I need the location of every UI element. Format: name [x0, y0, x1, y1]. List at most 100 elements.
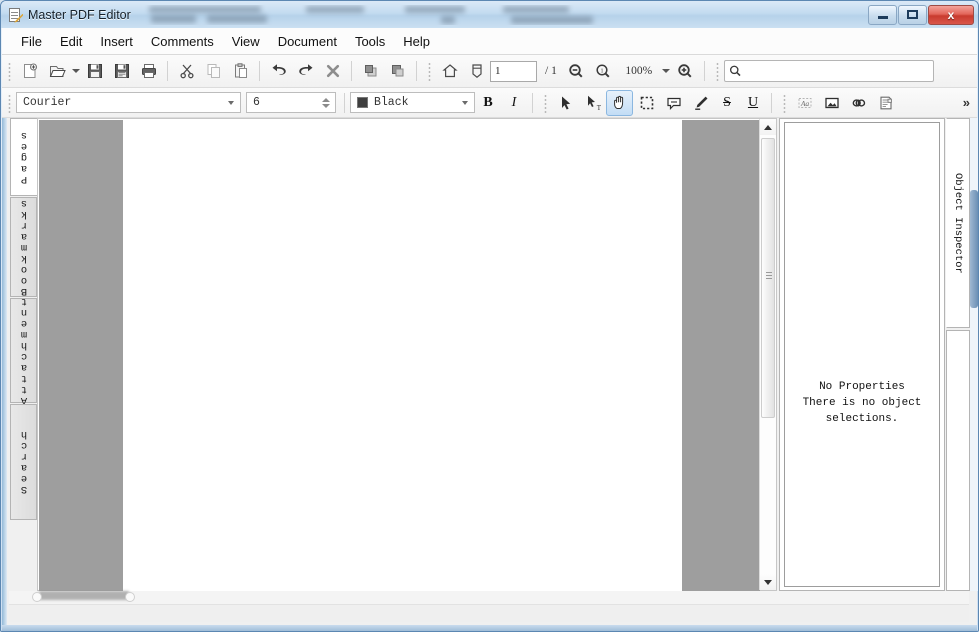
search-input[interactable] [743, 65, 933, 77]
toolbar-grip[interactable] [542, 93, 549, 113]
sidebar-tab-attachment-label: Attachment [18, 296, 30, 406]
insert-link-icon[interactable] [845, 90, 872, 116]
close-button[interactable]: x [928, 5, 974, 25]
underline-button[interactable]: U [740, 90, 766, 115]
menu-comments[interactable]: Comments [142, 30, 223, 53]
edit-text-icon[interactable]: Aa [791, 90, 818, 116]
text-color-select[interactable]: Black [350, 92, 475, 113]
search-icon [728, 63, 743, 79]
font-size-select[interactable]: 6 [246, 92, 336, 113]
pdf-page[interactable] [123, 120, 682, 591]
cut-icon[interactable] [173, 58, 200, 84]
fit-page-icon[interactable] [436, 58, 463, 84]
print-icon[interactable] [135, 58, 162, 84]
scroll-knob-right[interactable] [125, 592, 135, 602]
font-size-stepper[interactable] [322, 98, 330, 108]
color-swatch [357, 97, 368, 108]
sidebar-tab-search-label: Search [18, 429, 30, 495]
toolbar-separator [344, 93, 345, 113]
zoom-dropdown-arrow-icon[interactable] [661, 58, 672, 84]
undo-icon[interactable] [265, 58, 292, 84]
select-text-icon[interactable]: T [579, 90, 606, 116]
menu-document[interactable]: Document [269, 30, 346, 53]
scroll-down-arrow-icon[interactable] [760, 574, 776, 590]
highlight-icon[interactable] [687, 90, 714, 116]
scrollbar-thumb[interactable] [761, 138, 775, 418]
toolbar-grip[interactable] [426, 61, 433, 81]
search-box[interactable] [724, 60, 934, 82]
sidebar-tab-bookmarks-label: Bookmarks [18, 198, 30, 297]
menu-tools[interactable]: Tools [346, 30, 394, 53]
toolbar-separator [771, 93, 772, 113]
font-family-select[interactable]: Courier [16, 92, 241, 113]
svg-text:Aa: Aa [799, 99, 809, 108]
snapshot-select-icon[interactable] [633, 90, 660, 116]
open-document-icon[interactable] [43, 58, 70, 84]
toolbar-grip[interactable] [6, 61, 13, 81]
zoom-level-value[interactable]: 100% [617, 65, 661, 77]
chevron-down-icon [462, 101, 468, 105]
fit-width-icon[interactable] [463, 58, 490, 84]
bold-button[interactable]: B [475, 90, 501, 115]
window-bottom-edge [2, 625, 977, 631]
document-canvas[interactable] [39, 120, 760, 591]
zoom-actual-icon[interactable]: 1 [590, 58, 617, 84]
minimize-button[interactable] [868, 5, 897, 25]
right-tab-object-inspector[interactable]: Object Inspector [946, 118, 970, 328]
toolbar-separator [259, 61, 260, 81]
sidebar-tab-pages[interactable]: Pages [10, 118, 38, 196]
font-family-value: Courier [23, 96, 71, 109]
new-document-icon[interactable] [16, 58, 43, 84]
window-vertical-scrollbar[interactable] [970, 118, 978, 591]
insert-image-icon[interactable] [818, 90, 845, 116]
bring-to-front-icon[interactable] [357, 58, 384, 84]
horizontal-scrollbar-thumb[interactable] [39, 591, 129, 600]
app-icon [7, 7, 23, 23]
save-icon[interactable] [81, 58, 108, 84]
toolbar-grip[interactable] [714, 61, 721, 81]
svg-text:1: 1 [601, 69, 604, 75]
maximize-icon [907, 10, 918, 19]
toolbar-overflow-button[interactable]: » [963, 95, 970, 110]
select-object-icon[interactable] [552, 90, 579, 116]
sidebar-tab-attachment[interactable]: Attachment [10, 298, 37, 403]
menu-help[interactable]: Help [394, 30, 439, 53]
insert-form-icon[interactable] [872, 90, 899, 116]
toolbar-grip[interactable] [781, 93, 788, 113]
zoom-out-icon[interactable] [563, 58, 590, 84]
title-bar: Master PDF Editor x [1, 1, 978, 28]
horizontal-scrollbar[interactable] [9, 591, 969, 604]
send-to-back-icon[interactable] [384, 58, 411, 84]
app-window: Master PDF Editor x File Edit Inse [0, 0, 979, 632]
delete-icon[interactable] [319, 58, 346, 84]
format-toolbar: Courier 6 Black B I T [2, 88, 977, 118]
title-redacted-region [141, 5, 867, 25]
sidebar-tab-search[interactable]: Search [10, 404, 37, 520]
save-as-icon[interactable] [108, 58, 135, 84]
scroll-knob-left[interactable] [32, 592, 42, 602]
menu-edit[interactable]: Edit [51, 30, 91, 53]
copy-icon[interactable] [200, 58, 227, 84]
strikethrough-button[interactable]: S [714, 90, 740, 115]
window-scrollbar-thumb[interactable] [970, 190, 978, 308]
document-vertical-scrollbar[interactable] [759, 119, 776, 590]
menu-view[interactable]: View [223, 30, 269, 53]
page-number-input[interactable]: 1 [490, 61, 537, 82]
menu-insert[interactable]: Insert [91, 30, 142, 53]
redo-icon[interactable] [292, 58, 319, 84]
minimize-icon [878, 16, 888, 19]
scroll-up-arrow-icon[interactable] [760, 119, 776, 135]
sticky-note-icon[interactable] [660, 90, 687, 116]
menu-file[interactable]: File [12, 30, 51, 53]
maximize-button[interactable] [898, 5, 927, 25]
toolbar-separator [416, 61, 417, 81]
hand-tool-icon[interactable] [606, 90, 633, 116]
toolbar-grip[interactable] [6, 93, 13, 113]
paste-icon[interactable] [227, 58, 254, 84]
italic-button[interactable]: I [501, 90, 527, 115]
inspector-empty-message: No Properties There is no object selecti… [803, 379, 922, 427]
zoom-in-icon[interactable] [672, 58, 699, 84]
open-dropdown-arrow-icon[interactable] [70, 58, 81, 84]
right-panel-tabs: Object Inspector [946, 118, 970, 328]
sidebar-tab-bookmarks[interactable]: Bookmarks [10, 197, 37, 297]
